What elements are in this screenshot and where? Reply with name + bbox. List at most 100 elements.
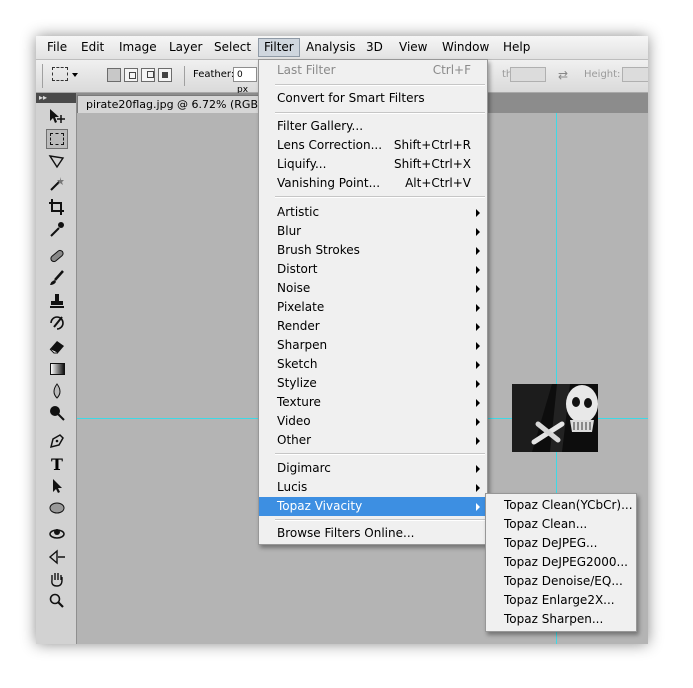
pen-tool-icon[interactable] xyxy=(46,431,68,451)
menu-separator xyxy=(275,196,485,198)
submenu-arrow-icon xyxy=(476,484,480,492)
submenu-arrow-icon xyxy=(476,361,480,369)
marquee-tool-icon[interactable] xyxy=(46,129,68,149)
submenu-item-topaz-enlarge2x[interactable]: Topaz Enlarge2X... xyxy=(486,591,636,610)
menu-filter[interactable]: Filter xyxy=(258,38,300,57)
feather-label: Feather: xyxy=(193,69,235,80)
3d-orbit-icon[interactable] xyxy=(46,547,68,567)
history-brush-icon[interactable] xyxy=(46,313,68,333)
submenu-arrow-icon xyxy=(476,304,480,312)
submenu-item-topaz-dejpeg2000[interactable]: Topaz DeJPEG2000... xyxy=(486,553,636,572)
add-selection-icon[interactable] xyxy=(124,68,138,82)
menu-item-browse-filters-online[interactable]: Browse Filters Online... xyxy=(259,524,487,543)
gradient-tool-icon[interactable] xyxy=(46,359,68,379)
submenu-arrow-icon xyxy=(476,285,480,293)
width-input[interactable] xyxy=(510,67,546,82)
menu-item-digimarc[interactable]: Digimarc xyxy=(259,459,487,478)
menu-item-video[interactable]: Video xyxy=(259,412,487,431)
menu-item-sketch[interactable]: Sketch xyxy=(259,355,487,374)
options-divider xyxy=(184,66,185,86)
dodge-tool-icon[interactable] xyxy=(46,403,68,423)
document-tab[interactable]: pirate20flag.jpg @ 6.72% (RGB/8 xyxy=(77,95,263,113)
submenu-item-topaz-clean-ycbcr[interactable]: Topaz Clean(YCbCr)... xyxy=(486,496,636,515)
eyedropper-icon[interactable] xyxy=(46,219,68,239)
height-input[interactable] xyxy=(622,67,648,82)
menu-item-distort[interactable]: Distort xyxy=(259,260,487,279)
brush-tool-icon[interactable] xyxy=(46,268,68,288)
submenu-item-topaz-denoise-eq[interactable]: Topaz Denoise/EQ... xyxy=(486,572,636,591)
subtract-selection-icon[interactable] xyxy=(141,68,155,82)
menu-item-last-filter[interactable]: Last Filter Ctrl+F xyxy=(259,61,487,80)
menu-item-stylize[interactable]: Stylize xyxy=(259,374,487,393)
tools-panel-header[interactable]: ▸▸ xyxy=(36,93,76,103)
menu-item-pixelate[interactable]: Pixelate xyxy=(259,298,487,317)
marquee-preset-icon[interactable] xyxy=(52,67,68,81)
menu-item-blur[interactable]: Blur xyxy=(259,222,487,241)
submenu-arrow-icon xyxy=(476,266,480,274)
menu-image[interactable]: Image xyxy=(114,39,162,56)
hand-tool-icon[interactable] xyxy=(46,569,68,589)
menu-item-lucis[interactable]: Lucis xyxy=(259,478,487,497)
menu-item-sharpen[interactable]: Sharpen xyxy=(259,336,487,355)
menu-item-other[interactable]: Other xyxy=(259,431,487,450)
lasso-tool-icon[interactable] xyxy=(46,152,68,172)
submenu-arrow-icon xyxy=(476,465,480,473)
menu-help[interactable]: Help xyxy=(498,39,535,56)
path-selection-icon[interactable] xyxy=(46,476,68,496)
menu-item-convert-smart-filters[interactable]: Convert for Smart Filters xyxy=(259,89,487,108)
type-tool-icon[interactable]: T xyxy=(46,454,68,474)
submenu-arrow-icon xyxy=(476,323,480,331)
3d-rotate-icon[interactable] xyxy=(46,524,68,544)
crop-tool-icon[interactable] xyxy=(46,197,68,217)
new-selection-icon[interactable] xyxy=(107,68,121,82)
menu-item-noise[interactable]: Noise xyxy=(259,279,487,298)
menu-window[interactable]: Window xyxy=(437,39,494,56)
height-label: Height: xyxy=(584,69,621,80)
menu-item-render[interactable]: Render xyxy=(259,317,487,336)
menu-item-brush-strokes[interactable]: Brush Strokes xyxy=(259,241,487,260)
feather-input[interactable]: 0 px xyxy=(233,67,257,95)
shape-tool-icon[interactable] xyxy=(46,498,68,518)
menu-edit[interactable]: Edit xyxy=(76,39,109,56)
tools-panel: ▸▸ T xyxy=(36,93,77,644)
submenu-arrow-icon xyxy=(476,247,480,255)
submenu-item-topaz-clean[interactable]: Topaz Clean... xyxy=(486,515,636,534)
submenu-arrow-icon xyxy=(476,342,480,350)
menu-3d[interactable]: 3D xyxy=(361,39,388,56)
menu-select[interactable]: Select xyxy=(209,39,256,56)
menu-separator xyxy=(275,84,485,86)
submenu-item-topaz-dejpeg[interactable]: Topaz DeJPEG... xyxy=(486,534,636,553)
menu-item-artistic[interactable]: Artistic xyxy=(259,203,487,222)
menu-item-lens-correction[interactable]: Lens Correction... Shift+Ctrl+R xyxy=(259,136,487,155)
zoom-tool-icon[interactable] xyxy=(46,591,68,611)
topaz-vivacity-submenu: Topaz Clean(YCbCr)... Topaz Clean... Top… xyxy=(485,493,637,632)
menu-item-topaz-vivacity[interactable]: Topaz Vivacity xyxy=(259,497,487,516)
magic-wand-icon[interactable] xyxy=(46,174,68,194)
move-tool-icon[interactable] xyxy=(46,106,68,126)
menu-layer[interactable]: Layer xyxy=(164,39,207,56)
menu-bar: File Edit Image Layer Select Filter Anal… xyxy=(36,36,648,60)
submenu-arrow-icon xyxy=(476,380,480,388)
menu-file[interactable]: File xyxy=(42,39,72,56)
menu-separator xyxy=(275,519,485,521)
intersect-selection-icon[interactable] xyxy=(158,68,172,82)
clone-stamp-icon[interactable] xyxy=(46,291,68,311)
swap-arrows-icon[interactable]: ⇄ xyxy=(558,68,568,82)
blur-tool-icon[interactable] xyxy=(46,381,68,401)
document-image xyxy=(512,384,598,452)
menu-item-texture[interactable]: Texture xyxy=(259,393,487,412)
menu-item-vanishing-point[interactable]: Vanishing Point... Alt+Ctrl+V xyxy=(259,174,487,193)
menu-separator xyxy=(275,112,485,114)
menu-item-filter-gallery[interactable]: Filter Gallery... xyxy=(259,117,487,136)
healing-brush-icon[interactable] xyxy=(46,246,68,266)
chevron-down-icon[interactable] xyxy=(72,73,78,77)
submenu-arrow-icon xyxy=(476,228,480,236)
menu-view[interactable]: View xyxy=(394,39,432,56)
submenu-item-topaz-sharpen[interactable]: Topaz Sharpen... xyxy=(486,610,636,629)
submenu-arrow-icon xyxy=(476,209,480,217)
options-grip[interactable] xyxy=(42,64,43,88)
menu-analysis[interactable]: Analysis xyxy=(301,39,360,56)
eraser-tool-icon[interactable] xyxy=(46,336,68,356)
menu-separator xyxy=(275,453,485,455)
menu-item-liquify[interactable]: Liquify... Shift+Ctrl+X xyxy=(259,155,487,174)
